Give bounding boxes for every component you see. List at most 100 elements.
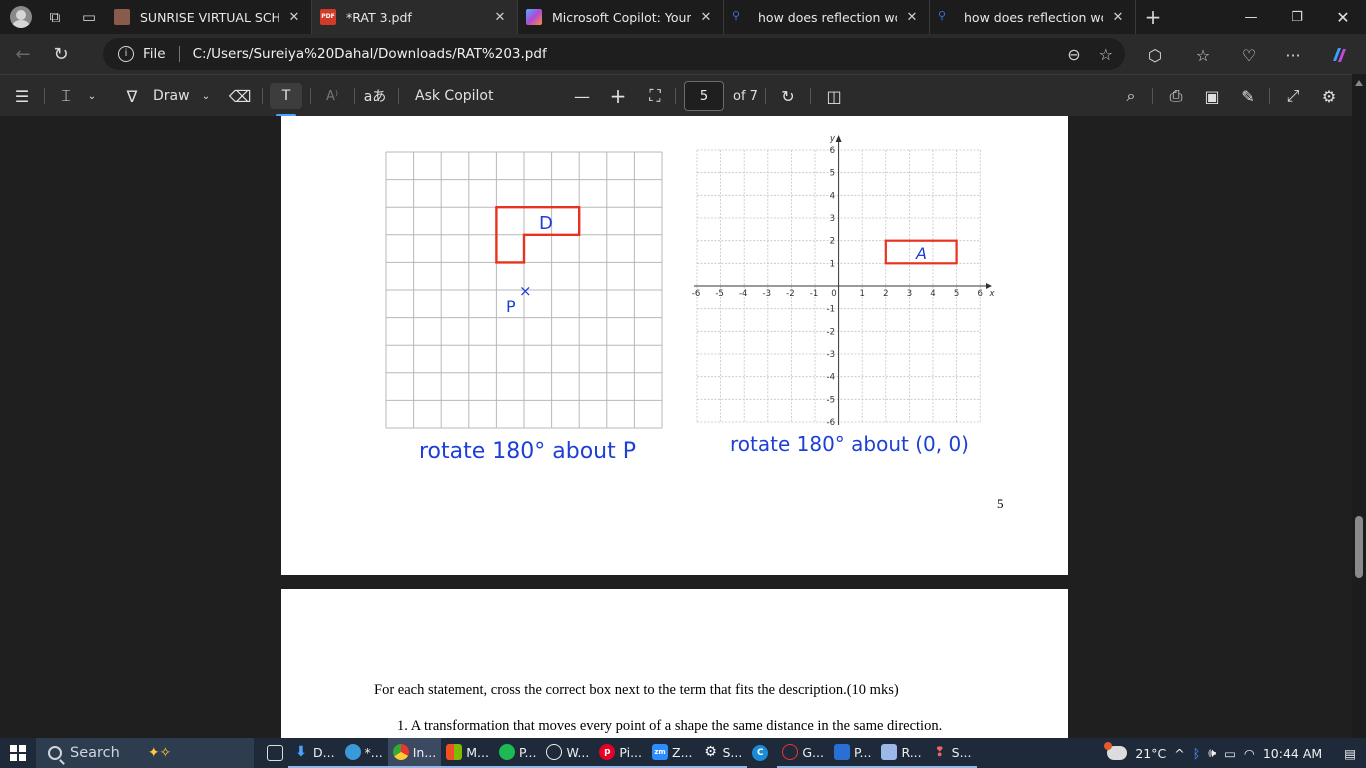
tab-actions-icon[interactable]: ▭ [72, 0, 106, 34]
favorite-star-icon[interactable]: ☆ [1099, 45, 1113, 64]
windows-logo-icon [10, 745, 26, 761]
taskbar-search[interactable]: Search ✦✧ [36, 738, 254, 768]
pdf-page-6: For each statement, cross the correct bo… [281, 589, 1068, 738]
taskbar-app-canva[interactable]: C [747, 738, 777, 768]
favorites-icon[interactable]: ☆ [1186, 40, 1220, 70]
fullscreen-icon[interactable]: ⤢ [1279, 75, 1307, 117]
volume-icon[interactable]: 🕪 [1208, 745, 1216, 761]
taskbar-app-p[interactable]: P... [828, 738, 877, 768]
pdf-page-5: D × P rotate 180° about P -6 -5 -4 -3 -2 -1 0 1… [281, 116, 1068, 575]
svg-text:2: 2 [883, 289, 888, 299]
refresh-icon[interactable]: ↻ [44, 37, 78, 71]
workspaces-icon[interactable]: ⧉ [38, 0, 72, 34]
text-format-icon[interactable]: A⁾ [318, 75, 346, 117]
eraser-icon[interactable]: ⌫ [226, 75, 254, 117]
more-options-icon[interactable]: ··· [1276, 40, 1310, 70]
clock[interactable]: 10:44 AM [1263, 746, 1322, 761]
save-icon[interactable]: ▣ [1198, 75, 1226, 117]
close-tab-icon[interactable]: ✕ [1109, 10, 1127, 25]
taskbar-app-s[interactable]: ❢ S... [926, 738, 977, 768]
svg-text:3: 3 [830, 214, 835, 224]
tab-search-2[interactable]: ⚲ how does reflection work ir ✕ [930, 0, 1136, 34]
scrollbar[interactable] [1352, 74, 1366, 738]
zoom-out-icon[interactable]: ⊖ [1067, 45, 1080, 64]
address-bar[interactable]: i File C:/Users/Sureiya%20Dahal/Download… [103, 38, 1125, 70]
temperature[interactable]: 21°C [1135, 746, 1166, 761]
copilot-icon[interactable] [1322, 40, 1356, 70]
taskbar-app-r[interactable]: R... [876, 738, 927, 768]
task-view-icon[interactable] [262, 738, 288, 768]
scrollbar-thumb[interactable] [1355, 516, 1363, 578]
zoom-out-icon[interactable]: — [568, 75, 596, 117]
url-text[interactable]: C:/Users/Sureiya%20Dahal/Downloads/RAT%2… [193, 46, 547, 62]
zoom-in-icon[interactable]: + [604, 75, 632, 117]
translate-icon[interactable]: aあ [361, 75, 389, 117]
svg-text:6: 6 [977, 289, 982, 299]
pdf-favicon-icon: PDF [320, 9, 336, 25]
svg-text:-1: -1 [827, 305, 835, 315]
highlight-icon[interactable]: ⌶ [52, 75, 80, 117]
pdf-viewer[interactable]: D × P rotate 180° about P -6 -5 -4 -3 -2 -1 0 1… [0, 116, 1366, 738]
taskbar-app-whatsapp[interactable]: W... [541, 738, 595, 768]
scheme-label: File [143, 46, 166, 62]
shape-d-label: D [539, 213, 553, 234]
show-hidden-icons-icon[interactable]: ^ [1174, 746, 1184, 761]
restore-icon[interactable]: ❐ [1274, 0, 1320, 34]
left-caption: rotate 180° about P [419, 439, 637, 464]
tab-sunrise[interactable]: SUNRISE VIRTUAL SCHOOL ✕ [106, 0, 312, 34]
taskbar-app-downloads[interactable]: ⬇ D... [288, 738, 340, 768]
search-favicon-icon: ⚲ [732, 9, 741, 22]
taskbar-app-spotify[interactable]: P... [493, 738, 542, 768]
print-icon[interactable]: ⎙ [1162, 75, 1190, 117]
close-tab-icon[interactable]: ✕ [285, 10, 303, 25]
school-favicon-icon [114, 9, 130, 25]
y-axis-label: y [829, 134, 836, 144]
svg-text:-4: -4 [827, 373, 835, 383]
taskbar-app-store[interactable]: M... [441, 738, 494, 768]
back-arrow-icon[interactable]: ← [6, 37, 40, 71]
taskbar-app-chrome[interactable]: In... [387, 738, 442, 768]
chevron-down-icon[interactable]: ⌄ [78, 75, 106, 117]
taskbar-app-settings[interactable]: ⚙ S... [697, 738, 748, 768]
browser-essentials-icon[interactable]: ♡ [1232, 40, 1266, 70]
bluetooth-icon[interactable]: ᛒ [1193, 746, 1201, 761]
svg-text:1: 1 [859, 289, 864, 299]
taskbar-app-pinterest[interactable]: p Pi... [594, 738, 647, 768]
tab-search-1[interactable]: ⚲ how does reflection work ir ✕ [724, 0, 930, 34]
settings-gear-icon[interactable]: ⚙ [1315, 75, 1343, 117]
notifications-icon[interactable]: ▤ [1344, 746, 1356, 761]
taskbar-app-g[interactable]: G... [777, 738, 829, 768]
wifi-icon[interactable]: ◠ [1244, 746, 1255, 761]
extensions-icon[interactable]: ⬡ [1138, 40, 1172, 70]
close-tab-icon[interactable]: ✕ [491, 10, 509, 25]
draw-button[interactable]: Draw [153, 75, 190, 117]
battery-icon[interactable]: ▭ [1224, 746, 1236, 761]
weather-icon[interactable] [1104, 742, 1128, 760]
start-button[interactable] [0, 738, 36, 768]
chevron-down-icon[interactable]: ⌄ [192, 75, 220, 117]
ask-copilot-button[interactable]: Ask Copilot [415, 75, 494, 117]
svg-text:-2: -2 [827, 327, 835, 337]
save-as-icon[interactable]: ✎ [1234, 75, 1262, 117]
close-tab-icon[interactable]: ✕ [903, 10, 921, 25]
new-tab-button[interactable]: + [1136, 5, 1170, 29]
site-info-icon[interactable]: i [118, 46, 134, 62]
close-window-icon[interactable]: ✕ [1320, 0, 1366, 34]
page-view-icon[interactable]: ◫ [820, 75, 848, 117]
page-number-input[interactable]: 5 [684, 81, 724, 111]
taskbar-app-paint[interactable]: *... [339, 738, 388, 768]
minimize-icon[interactable]: — [1228, 0, 1274, 34]
close-tab-icon[interactable]: ✕ [697, 10, 715, 25]
contents-list-icon[interactable]: ☰ [8, 75, 36, 117]
copilot-favicon-icon [526, 9, 542, 25]
taskbar-app-zoom[interactable]: zm Z... [647, 738, 698, 768]
tab-pdf[interactable]: PDF *RAT 3.pdf ✕ [312, 0, 518, 34]
tab-copilot[interactable]: Microsoft Copilot: Your AI c ✕ [518, 0, 724, 34]
draw-pen-icon[interactable]: ∇ [118, 75, 146, 117]
search-icon[interactable]: ⌕ [1117, 75, 1145, 117]
profile-avatar[interactable] [10, 6, 32, 28]
rotate-icon[interactable]: ↻ [774, 75, 802, 117]
instruction-text: For each statement, cross the correct bo… [374, 682, 899, 698]
scroll-up-icon[interactable] [1355, 80, 1363, 86]
fit-page-icon[interactable]: ⛶ [641, 75, 669, 117]
